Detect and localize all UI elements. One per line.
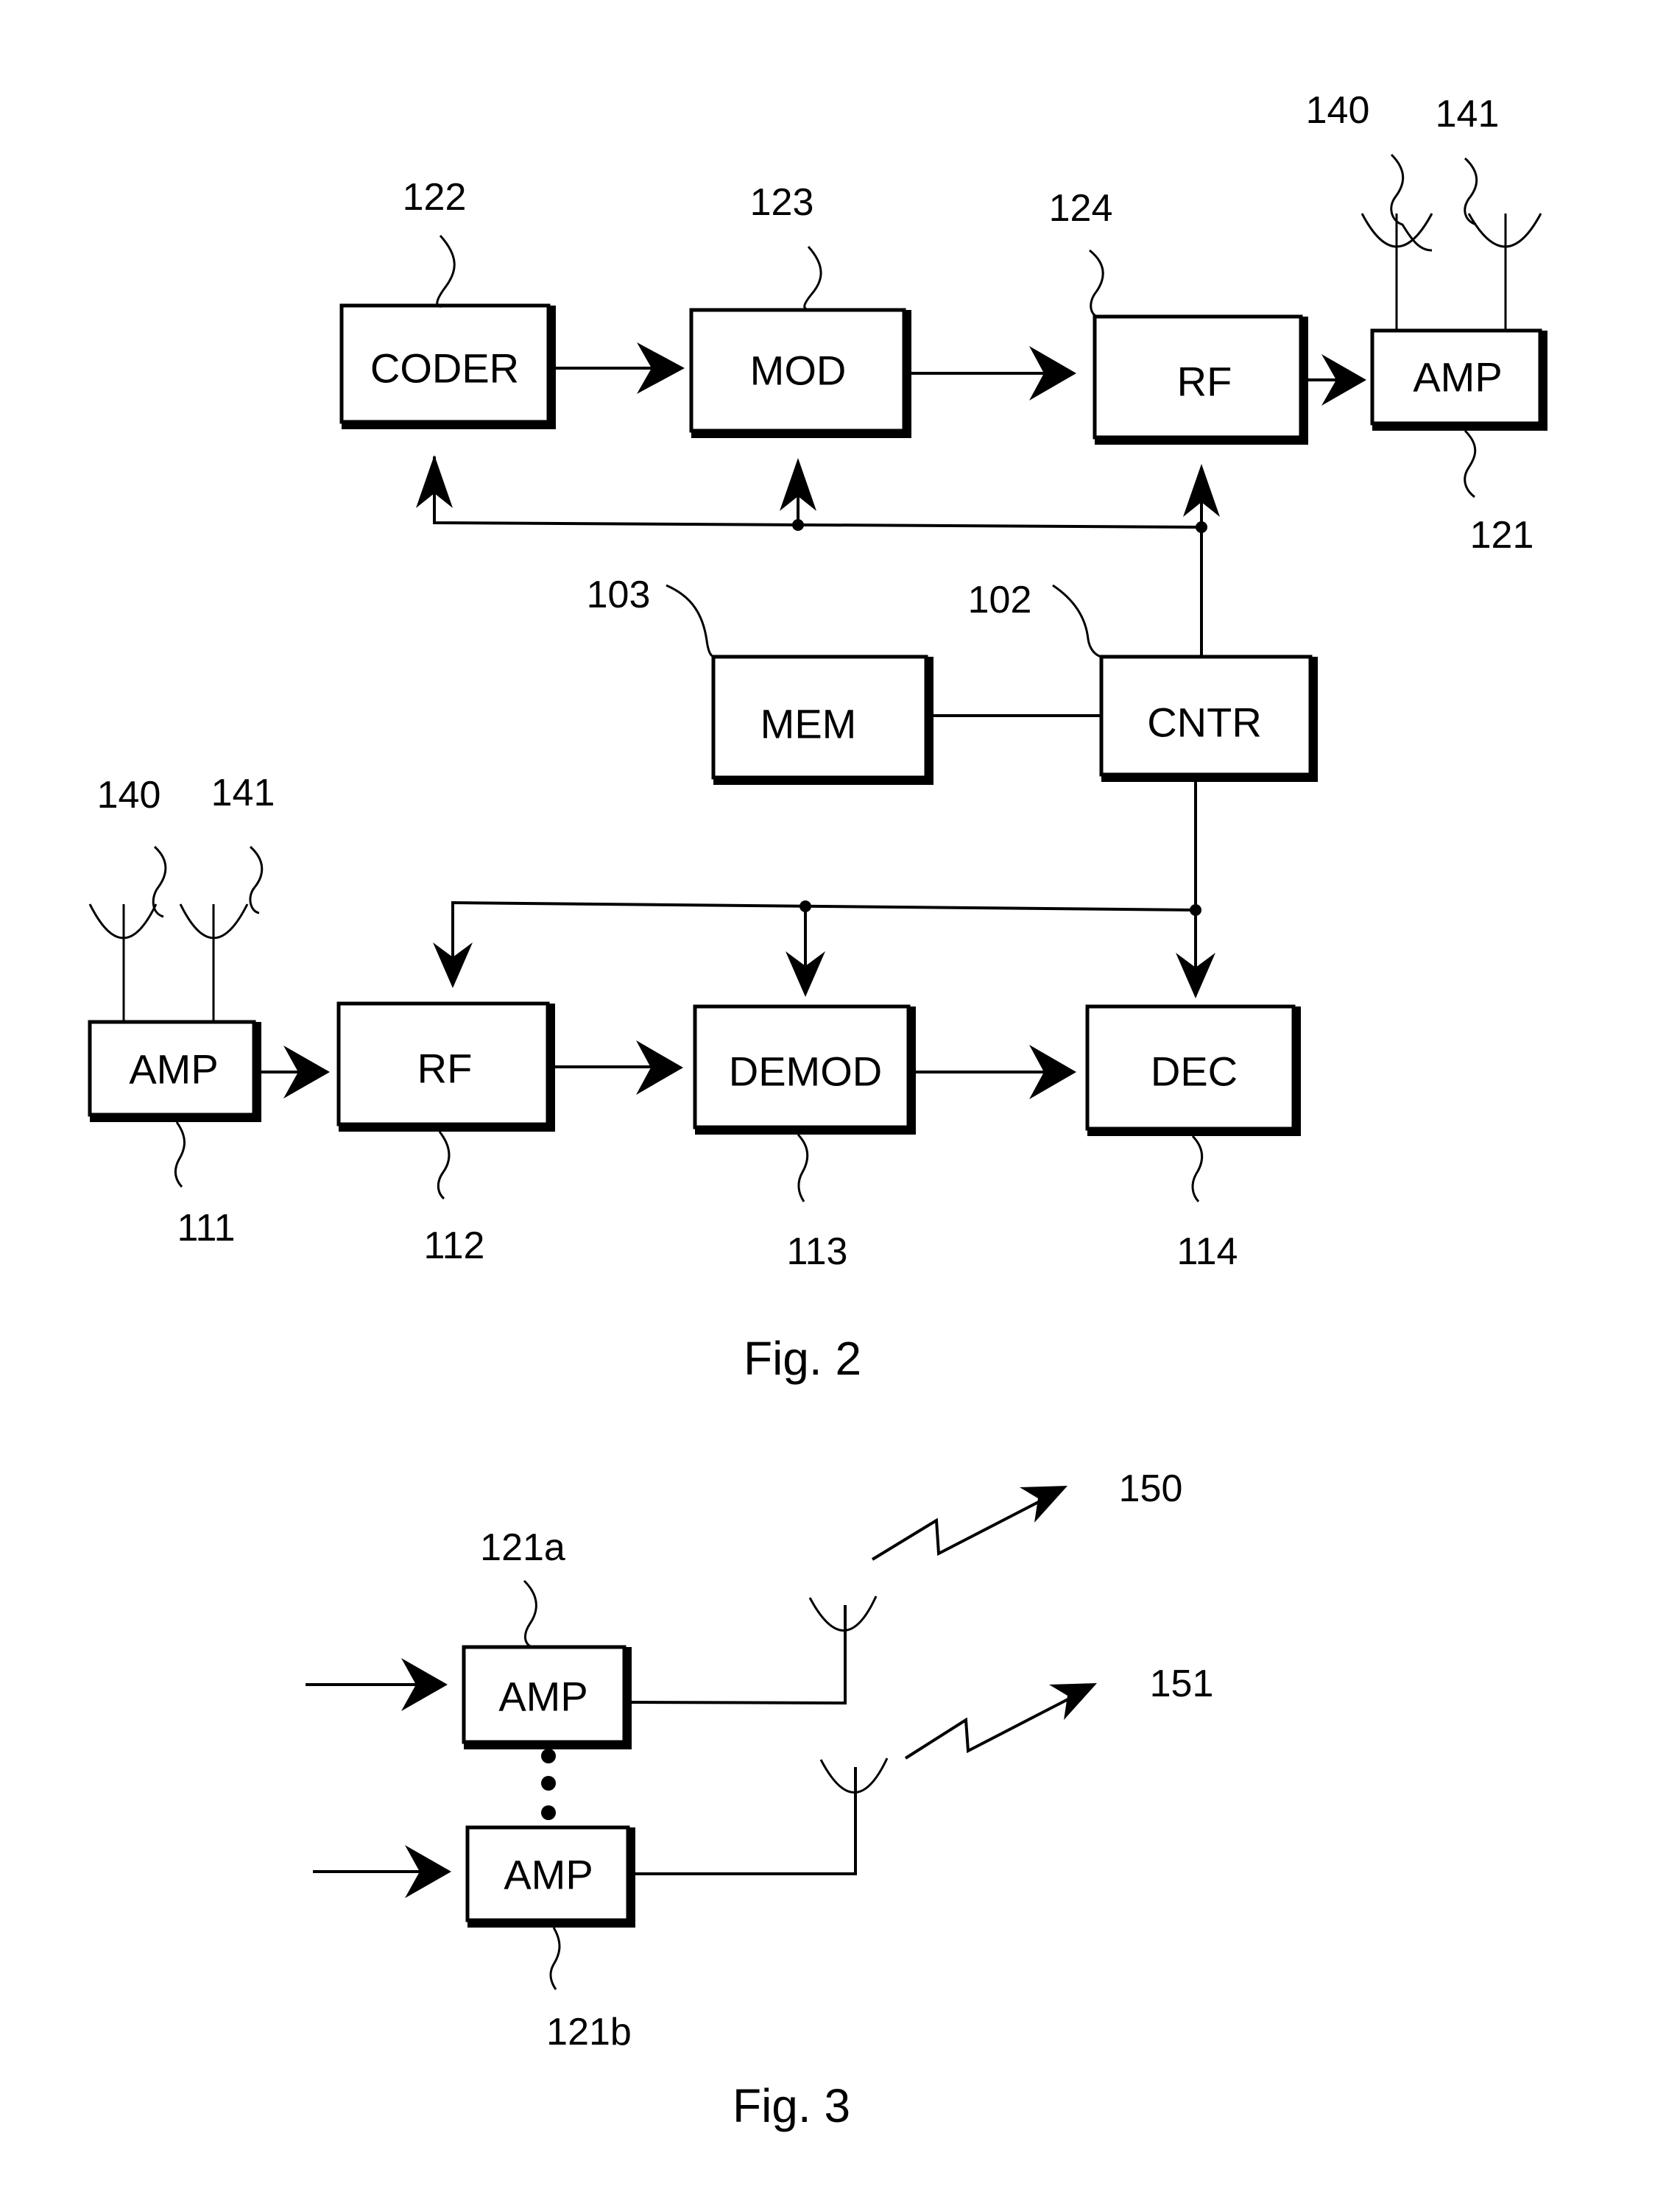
ref-numeral: 151	[1150, 1663, 1214, 1705]
beam-150	[871, 1493, 1053, 1561]
block-coder: CODER	[339, 303, 556, 429]
antenna-icon	[808, 1596, 878, 1632]
lightning-arrow-icon	[871, 1486, 1067, 1561]
block-amp-b: AMP	[465, 1825, 635, 1928]
antenna-icon	[1467, 213, 1542, 331]
leader-121	[1464, 429, 1477, 498]
ref-numeral: 123	[750, 181, 814, 224]
leader-122	[436, 234, 456, 308]
leader-111	[174, 1121, 186, 1188]
block-rf-tx: RF	[1093, 314, 1308, 445]
dot	[541, 1749, 556, 1763]
antenna-icon	[1360, 213, 1433, 331]
junction-dot-icon	[800, 900, 811, 912]
control-line	[451, 782, 1197, 972]
junction-dot-icon	[1190, 904, 1201, 916]
block-demod: DEMOD	[693, 1004, 916, 1135]
leader-113	[797, 1133, 809, 1202]
figure-caption: Fig. 3	[733, 2079, 850, 2132]
output-line-b	[635, 1767, 857, 1875]
block-label: CODER	[370, 345, 519, 392]
ref-numeral: 102	[968, 579, 1032, 621]
output-line-a	[631, 1605, 847, 1705]
leader-141-tx	[1464, 157, 1478, 226]
junction-dot-icon	[1196, 521, 1207, 533]
arrowhead-icon	[1049, 1683, 1097, 1720]
block-label: AMP	[498, 1674, 587, 1720]
block-label: RF	[1177, 359, 1232, 405]
leader-102	[1052, 584, 1102, 658]
patent-drawing: CODER MOD RF AMP MEM CNTR AMP RF DEMOD D…	[88, 89, 1547, 2132]
block-amp-a: AMP	[462, 1645, 632, 1749]
block-label: AMP	[504, 1852, 593, 1898]
control-bus-rx	[433, 782, 1215, 998]
ref-numeral: 122	[403, 176, 467, 219]
ref-numeral: 111	[177, 1207, 235, 1249]
antenna-dish	[808, 1596, 878, 1632]
ref-numeral: 121a	[480, 1526, 565, 1569]
dot	[541, 1776, 556, 1791]
block-label: RF	[417, 1046, 473, 1092]
figure-caption: Fig. 2	[744, 1332, 861, 1385]
block-amp-rx: AMP	[88, 1020, 261, 1122]
leader-112	[437, 1131, 451, 1200]
ref-numeral: 140	[97, 774, 161, 817]
leader-141-rx	[249, 845, 264, 914]
ref-numeral: 150	[1119, 1467, 1183, 1510]
leader-124	[1089, 249, 1104, 318]
block-label: DEC	[1151, 1048, 1238, 1095]
beam-151	[904, 1690, 1083, 1760]
ref-numeral: 141	[1436, 93, 1500, 135]
ref-numeral: 114	[1177, 1230, 1238, 1273]
ellipsis-dots-icon	[541, 1749, 556, 1820]
ref-numeral: 124	[1049, 187, 1113, 230]
leader-103	[666, 584, 714, 658]
lightning-arrow-icon	[904, 1683, 1097, 1760]
ref-numeral: 140	[1306, 89, 1370, 132]
block-label: DEMOD	[729, 1048, 882, 1095]
block-label: MOD	[750, 348, 847, 394]
junction-dot-icon	[792, 519, 804, 531]
block-mem: MEM	[711, 655, 933, 785]
ref-numeral: 121	[1470, 514, 1534, 557]
ref-numeral: 112	[424, 1224, 485, 1267]
figure-3: AMP AMP 121a 121b 150 151 Fig. 3	[306, 1467, 1213, 2132]
block-rf-rx: RF	[336, 1001, 555, 1132]
leader-121b	[549, 1927, 561, 1990]
block-mod: MOD	[689, 308, 911, 438]
arrowhead-icon	[1020, 1486, 1067, 1523]
leader-123	[803, 245, 822, 311]
block-label: MEM	[760, 701, 857, 747]
ref-numeral: 103	[587, 574, 651, 616]
block-label: AMP	[1413, 354, 1502, 401]
antenna-icon	[88, 903, 158, 1022]
block-dec: DEC	[1085, 1004, 1301, 1136]
figure-2: CODER MOD RF AMP MEM CNTR AMP RF DEMOD D…	[88, 89, 1547, 1385]
ref-numeral: 113	[787, 1230, 848, 1273]
block-label: CNTR	[1147, 699, 1262, 746]
control-bus-tx	[416, 455, 1220, 657]
leader-114	[1191, 1135, 1204, 1203]
block-label: AMP	[129, 1046, 218, 1093]
ref-numeral: 121b	[546, 2011, 632, 2053]
antenna-icon	[179, 903, 249, 1022]
leader-121a	[523, 1579, 537, 1649]
block-amp-tx: AMP	[1370, 328, 1547, 431]
ref-numeral: 141	[211, 772, 275, 814]
block-cntr: CNTR	[1099, 655, 1318, 782]
dot	[541, 1805, 556, 1820]
